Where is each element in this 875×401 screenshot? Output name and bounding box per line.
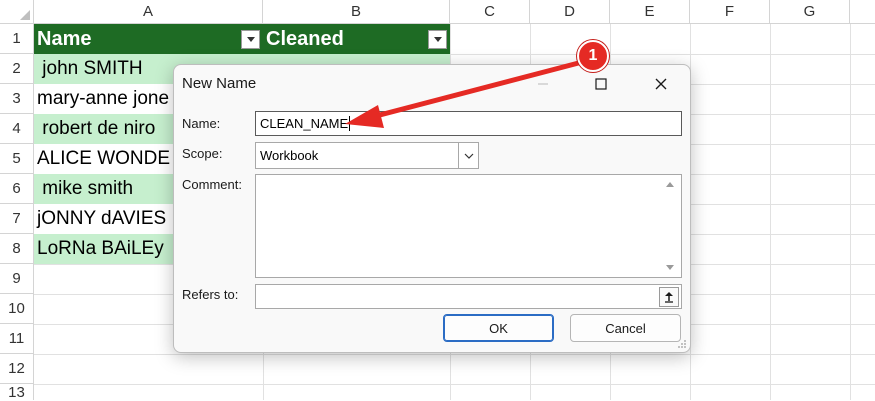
annotation-badge-number: 1 <box>588 47 598 64</box>
annotation-arrow <box>345 57 593 128</box>
annotation-badge: 1 <box>577 40 609 72</box>
